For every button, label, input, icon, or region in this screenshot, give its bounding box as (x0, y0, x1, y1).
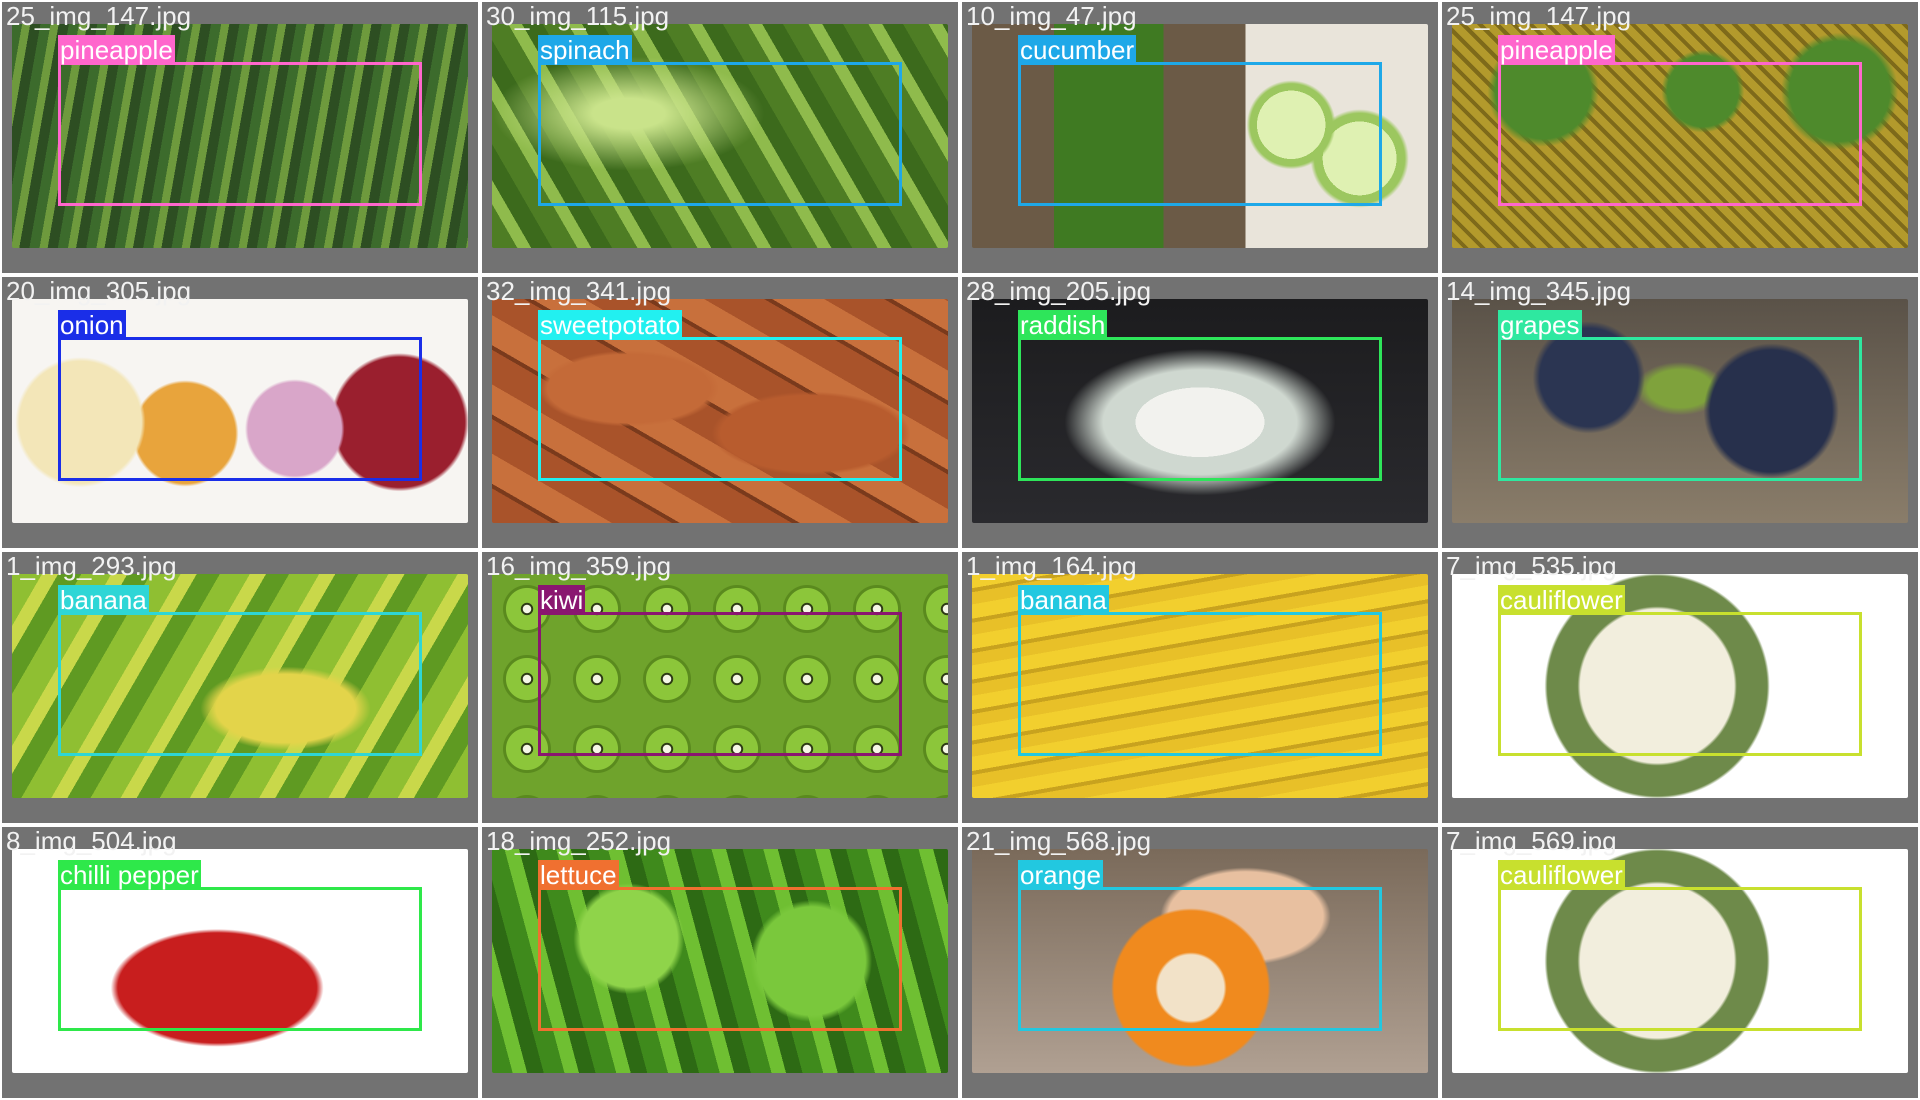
image-tile[interactable]: 1_img_293.jpgbanana (2, 552, 478, 823)
image-tile[interactable]: 7_img_569.jpg cauliflower (1442, 827, 1918, 1098)
tile-filename: 16_img_359.jpg (486, 552, 672, 581)
bounding-box (58, 612, 422, 756)
tile-filename: 7_img_535.jpg (1446, 552, 1617, 581)
image-tile[interactable]: 16_img_359.jpgkiwi (482, 552, 958, 823)
bounding-box (1018, 337, 1382, 481)
image-tile[interactable]: 7_img_535.jpg cauliflower (1442, 552, 1918, 823)
tile-filename: 30_img_115.jpg (486, 2, 670, 31)
tile-filename: 1_img_293.jpg (6, 552, 177, 581)
bounding-box (1018, 887, 1382, 1031)
tile-filename: 28_img_205.jpg (966, 277, 1152, 306)
image-tile[interactable]: 25_img_147.jpg pineapple (1442, 2, 1918, 273)
bounding-box (1498, 887, 1862, 1031)
class-label: pineapple (1498, 35, 1615, 65)
tile-filename: 8_img_504.jpg (6, 827, 177, 856)
image-tile[interactable]: 14_img_345.jpggrapes (1442, 277, 1918, 548)
tile-filename: 32_img_341.jpg (486, 277, 672, 306)
image-tile[interactable]: 18_img_252.jpglettuce (482, 827, 958, 1098)
tile-filename: 1_img_164.jpg (966, 552, 1137, 581)
class-label: cucumber (1018, 35, 1137, 65)
image-tile[interactable]: 32_img_341.jpg sweetpotato (482, 277, 958, 548)
image-tile[interactable]: 10_img_47.jpg cucumber (962, 2, 1438, 273)
class-label: sweetpotato (538, 310, 683, 340)
bounding-box (58, 62, 422, 206)
bounding-box (1018, 612, 1382, 756)
tile-filename: 21_img_568.jpg (966, 827, 1152, 856)
bounding-box (58, 887, 422, 1031)
class-label: pineapple (58, 35, 175, 65)
bounding-box (58, 337, 422, 481)
detection-mosaic: 25_img_147.jpg pineapple 30_img_115.jpgspi… (0, 0, 1920, 1100)
image-tile[interactable]: 25_img_147.jpg pineapple (2, 2, 478, 273)
bounding-box (1498, 62, 1862, 206)
class-label: kiwi (538, 585, 586, 615)
tile-filename: 25_img_147.jpg (6, 2, 192, 31)
class-label: banana (58, 585, 149, 615)
image-tile[interactable]: 20_img_305.jpgonion (2, 277, 478, 548)
tile-filename: 20_img_305.jpg (6, 277, 192, 306)
class-label: spinach (538, 35, 632, 65)
image-tile[interactable]: 1_img_164.jpgbanana (962, 552, 1438, 823)
bounding-box (1018, 62, 1382, 206)
class-label: raddish (1018, 310, 1108, 340)
tile-filename: 18_img_252.jpg (486, 827, 672, 856)
bounding-box (1498, 337, 1862, 481)
bounding-box (1498, 612, 1862, 756)
tile-filename: 14_img_345.jpg (1446, 277, 1632, 306)
class-label: banana (1018, 585, 1109, 615)
class-label: orange (1018, 860, 1103, 890)
class-label: cauliflower (1498, 860, 1625, 890)
image-tile[interactable]: 21_img_568.jpgorange (962, 827, 1438, 1098)
class-label: chilli pepper (58, 860, 201, 890)
tile-filename: 25_img_147.jpg (1446, 2, 1632, 31)
image-tile[interactable]: 8_img_504.jpgchilli pepper (2, 827, 478, 1098)
image-tile[interactable]: 28_img_205.jpgraddish (962, 277, 1438, 548)
bounding-box (538, 337, 902, 481)
image-tile[interactable]: 30_img_115.jpgspinach (482, 2, 958, 273)
tile-filename: 7_img_569.jpg (1446, 827, 1617, 856)
tile-filename: 10_img_47.jpg (966, 2, 1137, 31)
class-label: grapes (1498, 310, 1582, 340)
class-label: cauliflower (1498, 585, 1625, 615)
class-label: lettuce (538, 860, 619, 890)
class-label: onion (58, 310, 126, 340)
bounding-box (538, 887, 902, 1031)
bounding-box (538, 62, 902, 206)
bounding-box (538, 612, 902, 756)
